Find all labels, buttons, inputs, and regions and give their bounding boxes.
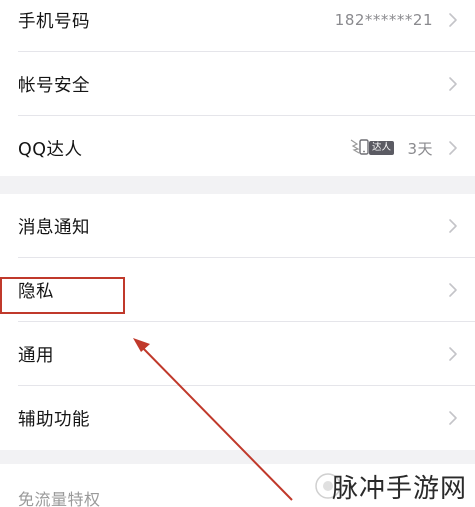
section-gap [0,180,475,194]
chevron-right-icon [445,218,461,234]
chevron-right-icon [445,76,461,92]
row-label: 通用 [18,345,54,366]
phone-number-value: 182******21 [334,11,433,29]
chevron-right-icon [445,410,461,426]
row-qq-daren[interactable]: QQ达人 达人 3天 [0,116,475,180]
chevron-right-icon [445,346,461,362]
row-account-security[interactable]: 帐号安全 [0,52,475,116]
privacy-highlight-box [0,277,125,314]
row-label: QQ达人 [18,139,83,160]
chevron-right-icon [445,140,461,156]
daren-tag: 达人 [369,141,395,155]
days-value: 3天 [407,139,433,158]
qq-daren-badge-icon: 达人 [347,136,403,160]
row-label: 消息通知 [18,217,90,238]
chevron-right-icon [445,12,461,28]
section-gap [0,450,475,464]
row-label-data-free-privilege[interactable]: 免流量特权 [18,486,101,507]
row-label: 辅助功能 [18,409,90,430]
row-message-notifications[interactable]: 消息通知 [0,194,475,258]
row-accessibility[interactable]: 辅助功能 [0,386,475,450]
row-phone-number[interactable]: 手机号码 182******21 [0,0,475,52]
row-general[interactable]: 通用 [0,322,475,386]
row-label: 帐号安全 [18,75,90,96]
watermark-text: 脉冲手游网 [331,474,467,504]
chevron-right-icon [445,282,461,298]
row-label: 手机号码 [18,11,90,32]
